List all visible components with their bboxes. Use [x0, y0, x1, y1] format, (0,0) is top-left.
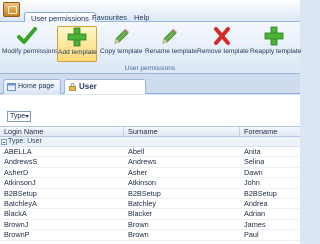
cell-surname: Blacker	[128, 209, 153, 219]
cell-surname: Atkinson	[128, 178, 156, 188]
cell-forename: John	[244, 178, 260, 188]
remove-template-label: Remove template	[197, 48, 249, 55]
plus-icon	[67, 27, 87, 47]
ribbon-header: User permissions Favourites Help	[0, 0, 300, 23]
cell-forename: Selina	[244, 157, 265, 167]
cell-surname: Brown	[128, 230, 149, 240]
tab-user-permissions-doc[interactable]: User permissions	[64, 79, 146, 105]
lock-icon	[69, 83, 76, 91]
tab-home-page-label: Home page	[18, 83, 55, 90]
cell-surname: Asher	[128, 167, 148, 177]
pencil-icon	[114, 29, 129, 44]
table-row[interactable]: BrownP Brown Paul	[0, 230, 300, 241]
application-menu-icon[interactable]	[3, 2, 20, 17]
table-row[interactable]: BatchleyA Batchley Andrea	[0, 198, 300, 210]
table-row[interactable]: BlackA Blacker Adrian	[0, 209, 300, 220]
modify-permissions-label: Modify permissions	[2, 48, 59, 55]
home-icon	[7, 83, 16, 91]
cell-forename: Anita	[244, 147, 261, 156]
copy-template-button[interactable]: Copy template	[100, 26, 143, 62]
cell-forename: Paul	[244, 230, 259, 240]
add-template-button[interactable]: Add template	[57, 26, 97, 62]
cell-surname: Andrews	[128, 157, 157, 167]
table-row[interactable]: B2BSetup B2BSetup B2BSetup	[0, 189, 300, 199]
cell-surname: Abell	[128, 147, 145, 156]
plus-icon	[264, 26, 284, 46]
group-row-type-user[interactable]: Type: User	[0, 137, 300, 147]
cell-login-name: AsherD	[4, 167, 29, 177]
grid-body: ABELLA Abell Anita AndrewsS Andrews Seli…	[0, 147, 300, 241]
cell-surname: Batchley	[128, 198, 156, 208]
group-by-value: Type	[10, 113, 26, 120]
cell-forename: Adrian	[244, 209, 266, 219]
chevron-down-icon	[25, 115, 29, 118]
column-header-forename[interactable]: Forename	[240, 127, 300, 137]
grid-header: Login Name Surname Forename	[0, 126, 300, 137]
document-tab-strip: Home page User permissions	[0, 74, 300, 105]
rename-template-button[interactable]: Rename template	[145, 26, 197, 62]
collapse-icon[interactable]	[1, 139, 7, 145]
cell-forename: B2BSetup	[244, 188, 277, 198]
tab-home-page[interactable]: Home page	[3, 79, 61, 94]
cell-login-name: BrownP	[4, 230, 30, 240]
table-row[interactable]: ABELLA Abell Anita	[0, 147, 300, 158]
cell-login-name: BlackA	[4, 209, 27, 219]
cell-surname: B2BSetup	[128, 188, 161, 198]
ribbon-panel: Modify permissions Add template Copy tem…	[0, 22, 302, 74]
table-row[interactable]: AsherD Asher Dawn	[0, 167, 300, 179]
column-header-surname[interactable]: Surname	[124, 127, 240, 137]
red-x-icon	[214, 27, 230, 45]
reapply-template-label: Reapply template	[250, 48, 302, 55]
cell-surname: Brown	[128, 219, 149, 229]
ribbon-group-label: User permissions	[124, 65, 176, 72]
copy-template-label: Copy template	[100, 48, 143, 55]
cell-login-name: B2BSetup	[4, 188, 37, 198]
add-template-label: Add template	[58, 49, 97, 56]
cell-login-name: ABELLA	[4, 147, 32, 156]
cell-login-name: AndrewsS	[4, 157, 38, 167]
cell-login-name: AtkinsonJ	[4, 178, 36, 188]
cell-forename: Dawn	[244, 167, 263, 177]
cell-login-name: BatchleyA	[4, 198, 37, 208]
table-row[interactable]: AndrewsS Andrews Selina	[0, 157, 300, 168]
cell-forename: James	[244, 219, 266, 229]
remove-template-button[interactable]: Remove template	[197, 26, 249, 62]
group-by-select[interactable]: Type	[7, 111, 31, 122]
reapply-template-button[interactable]: Reapply template	[250, 26, 302, 62]
checkmark-icon	[17, 27, 37, 44]
pencil-icon	[162, 29, 177, 44]
cell-forename: Andrea	[244, 198, 268, 208]
user-permissions-panel: Type Login Name Surname Forename Type: U…	[0, 95, 300, 244]
column-header-login-name[interactable]: Login Name	[0, 127, 124, 137]
table-row[interactable]: AtkinsonJ Atkinson John	[0, 178, 300, 189]
table-row[interactable]: BrownJ Brown James	[0, 219, 300, 231]
cell-login-name: BrownJ	[4, 219, 29, 229]
modify-permissions-button[interactable]: Modify permissions	[2, 26, 58, 62]
rename-template-label: Rename template	[145, 48, 198, 55]
group-row-label: Type: User	[8, 138, 42, 145]
